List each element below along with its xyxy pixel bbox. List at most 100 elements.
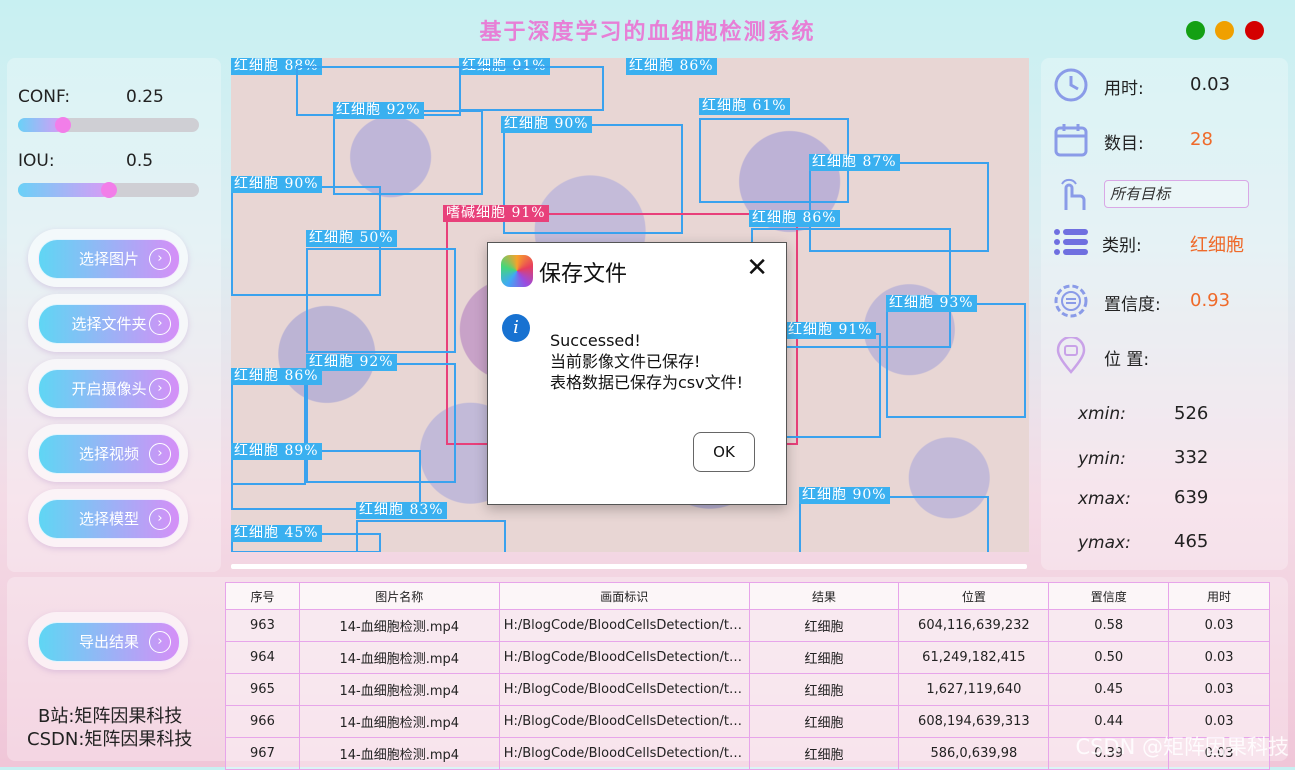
table-cell: 14-血细胞检测.mp4 [298, 609, 500, 642]
maximize-dot-button[interactable] [1186, 21, 1205, 40]
detection-label: 红细胞 90% [501, 116, 592, 133]
ymax-label: ymax: [1078, 533, 1131, 553]
detection-label: 红细胞 89% [231, 443, 322, 460]
select-video-label: 选择视频 [78, 445, 139, 463]
table-cell: H:/BlogCode/BloodCellsDetection/tes... [498, 705, 750, 738]
chevron-right-icon: › [149, 248, 171, 270]
position-label: 位 置: [1104, 350, 1150, 370]
table-cell: 红细胞 [748, 673, 900, 706]
conf-slider-knob[interactable] [55, 117, 72, 133]
xmax-value: 639 [1174, 487, 1209, 508]
detection-label: 红细胞 86% [626, 58, 717, 75]
table-cell: 586,0,639,98 [898, 737, 1050, 770]
table-cell: 14-血细胞检测.mp4 [298, 673, 500, 706]
conf-slider[interactable] [18, 117, 199, 133]
open-camera-button-frame: 开启摄像头 › [28, 359, 188, 417]
table-cell: 0.03 [1168, 609, 1270, 642]
iou-value: 0.5 [126, 151, 154, 171]
detection-label: 红细胞 86% [231, 368, 322, 385]
info-icon: i [502, 314, 530, 342]
confidence-value: 0.93 [1190, 290, 1231, 311]
select-model-label: 选择模型 [78, 510, 139, 528]
table-header-row: 序号 图片名称 画面标识 结果 位置 置信度 用时 [225, 582, 1270, 610]
save-file-dialog: 保存文件 ✕ i Successed! 当前影像文件已保存! 表格数据已保存为c… [487, 242, 787, 505]
column-header[interactable]: 画面标识 [498, 582, 750, 610]
detection-label: 红细胞 45% [231, 525, 322, 542]
open-camera-label: 开启摄像头 [71, 380, 147, 398]
dialog-message-line3: 表格数据已保存为csv文件! [550, 373, 744, 392]
table-cell: 0.50 [1048, 641, 1170, 674]
table-cell: 14-血细胞检测.mp4 [298, 705, 500, 738]
column-header[interactable]: 图片名称 [298, 582, 500, 610]
ymin-label: ymin: [1078, 449, 1126, 469]
pointer-hand-icon [1061, 178, 1086, 210]
export-results-label: 导出结果 [78, 633, 139, 651]
conf-value: 0.25 [126, 87, 164, 107]
time-label: 用时: [1104, 79, 1144, 99]
close-icon[interactable]: ✕ [746, 253, 768, 283]
select-image-button[interactable]: 选择图片 › [38, 239, 180, 279]
column-header[interactable]: 结果 [748, 582, 900, 610]
detection-label: 红细胞 86% [749, 210, 840, 227]
table-row[interactable]: 963 14-血细胞检测.mp4 H:/BlogCode/BloodCellsDet… [225, 609, 1270, 642]
select-folder-button[interactable]: 选择文件夹 › [38, 304, 180, 344]
clock-icon [1054, 68, 1088, 102]
ymin-value: 332 [1174, 447, 1209, 468]
column-header[interactable]: 位置 [898, 582, 1050, 610]
ymax-value: 465 [1174, 531, 1209, 552]
select-video-button-frame: 选择视频 › [28, 424, 188, 482]
detection-label: 红细胞 92% [333, 102, 424, 119]
table-cell: 61,249,182,415 [898, 641, 1050, 674]
detection-label: 嗜碱细胞 91% [443, 205, 549, 222]
chevron-right-icon: › [149, 631, 171, 653]
target-select-dropdown[interactable]: 所有目标 [1104, 180, 1249, 208]
iou-label: IOU: [18, 151, 55, 171]
table-cell: 967 [225, 737, 300, 770]
dialog-message: Successed! 当前影像文件已保存! 表格数据已保存为csv文件! [550, 330, 743, 393]
table-cell: 604,116,639,232 [898, 609, 1050, 642]
count-label: 数目: [1104, 134, 1144, 154]
iou-slider-knob[interactable] [100, 182, 117, 198]
detection-label: 红细胞 91% [785, 322, 876, 339]
table-cell: 963 [225, 609, 300, 642]
table-row[interactable]: 965 14-血细胞检测.mp4 H:/BlogCode/BloodCellsDet… [225, 673, 1270, 706]
select-folder-button-frame: 选择文件夹 › [28, 294, 188, 352]
column-header[interactable]: 序号 [225, 582, 300, 610]
time-value: 0.03 [1190, 74, 1231, 95]
table-cell: 965 [225, 673, 300, 706]
table-cell: 14-血细胞检测.mp4 [298, 641, 500, 674]
app-logo-icon [501, 255, 533, 287]
export-results-button[interactable]: 导出结果 › [38, 622, 180, 662]
iou-slider[interactable] [18, 182, 199, 198]
table-cell: 14-血细胞检测.mp4 [298, 737, 500, 770]
xmin-value: 526 [1174, 403, 1209, 424]
detection-box [306, 248, 456, 353]
chevron-right-icon: › [149, 443, 171, 465]
select-video-button[interactable]: 选择视频 › [38, 434, 180, 474]
count-value: 28 [1190, 129, 1213, 150]
column-header[interactable]: 用时 [1168, 582, 1270, 610]
table-cell: 0.03 [1168, 641, 1270, 674]
table-cell: H:/BlogCode/BloodCellsDetection/tes... [498, 737, 750, 770]
ok-button[interactable]: OK [693, 432, 755, 472]
detection-label: 红细胞 90% [799, 487, 890, 504]
table-cell: 红细胞 [748, 641, 900, 674]
detection-label: 红细胞 87% [809, 154, 900, 171]
column-header[interactable]: 置信度 [1048, 582, 1170, 610]
table-row[interactable]: 964 14-血细胞检测.mp4 H:/BlogCode/BloodCellsDet… [225, 641, 1270, 674]
open-camera-button[interactable]: 开启摄像头 › [38, 369, 180, 409]
dialog-message-line1: Successed! [550, 331, 641, 350]
video-progress-bar[interactable] [231, 564, 1027, 569]
close-dot-button[interactable] [1245, 21, 1264, 40]
list-icon [1054, 229, 1088, 255]
chevron-right-icon: › [149, 313, 171, 335]
table-cell: 0.03 [1168, 673, 1270, 706]
detection-label: 红细胞 50% [306, 230, 397, 247]
confidence-label: 置信度: [1104, 295, 1161, 315]
table-cell: 966 [225, 705, 300, 738]
select-model-button[interactable]: 选择模型 › [38, 499, 180, 539]
minimize-dot-button[interactable] [1215, 21, 1234, 40]
detection-box [799, 496, 989, 552]
watermark: CSDN @矩阵因果科技 [1075, 735, 1289, 759]
detection-label: 红细胞 93% [886, 295, 977, 312]
